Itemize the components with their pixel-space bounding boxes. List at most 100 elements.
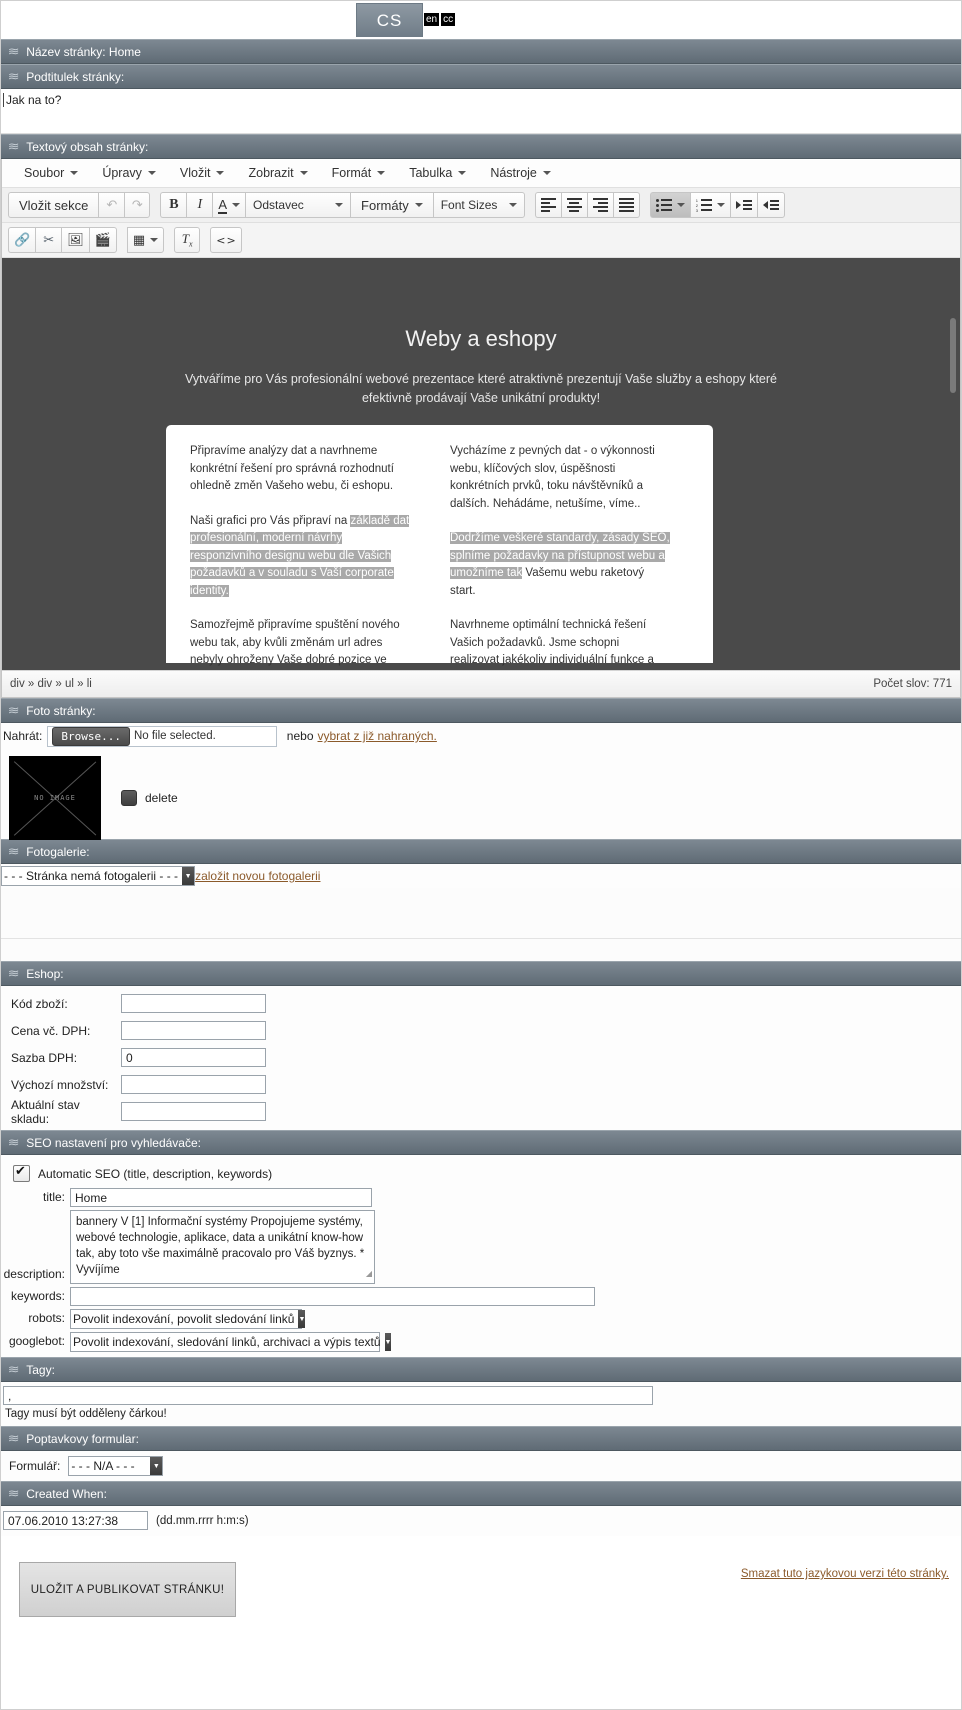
collapse-icon[interactable]: ≋ — [8, 1137, 20, 1148]
robots-select[interactable]: Povolit indexování, povolit sledování li… — [70, 1309, 306, 1329]
delete-language-version-link[interactable]: Smazat tuto jazykovou verzi této stránky… — [741, 1568, 949, 1580]
seo-googlebot-row: googlebot: Povolit indexování, sledování… — [3, 1332, 961, 1352]
outdent-button[interactable] — [729, 192, 757, 218]
align-justify-button[interactable] — [612, 192, 640, 218]
keywords-label: keywords: — [10, 1289, 65, 1303]
created-date-input[interactable]: 07.06.2010 13:27:38 — [3, 1511, 148, 1530]
section-header-page-subtitle[interactable]: ≋ Podtitulek stránky: — [1, 64, 961, 89]
paragraph: Dodržíme veškeré standardy, zásady SEO, … — [450, 530, 670, 600]
default-quantity-input[interactable] — [121, 1075, 266, 1094]
menu-zobrazit[interactable]: Zobrazit — [236, 163, 319, 183]
seo-keywords-input[interactable] — [70, 1287, 595, 1306]
language-tab-en[interactable]: en — [424, 13, 440, 26]
choose-uploaded-link[interactable]: vybrat z již nahraných. — [318, 729, 437, 743]
align-right-button[interactable] — [586, 192, 613, 218]
section-header-created[interactable]: ≋ Created When: — [1, 1481, 961, 1506]
created-panel: 07.06.2010 13:27:38 (dd.mm.rrrr h:m:s) — [1, 1506, 961, 1536]
content-right-column: Vycházíme z pevných dat - o výkonnosti w… — [450, 443, 670, 666]
section-title-text: SEO nastavení pro vyhledávače: — [26, 1135, 201, 1150]
resize-handle-icon[interactable]: ◢ — [366, 1266, 372, 1282]
paragraph: Naši grafici pro Vás připraví na základě… — [190, 513, 410, 601]
seo-description-textarea[interactable]: bannery V [1] Informační systémy Propoju… — [70, 1210, 375, 1284]
redo-icon[interactable]: ↷ — [124, 192, 151, 218]
paragraph-style-value: Odstavec — [253, 198, 304, 212]
file-input[interactable]: Browse... No file selected. — [47, 725, 277, 747]
menu-tabulka[interactable]: Tabulka — [397, 163, 478, 183]
price-input[interactable] — [121, 1021, 266, 1040]
insert-section-button[interactable]: Vložit sekce — [8, 192, 99, 218]
product-code-input[interactable] — [121, 994, 266, 1013]
collapse-icon[interactable]: ≋ — [8, 141, 20, 152]
unlink-icon[interactable]: ✂ — [35, 227, 62, 253]
section-header-gallery[interactable]: ≋ Fotogalerie: — [1, 839, 961, 864]
section-header-page-text[interactable]: ≋ Textový obsah stránky: — [1, 134, 961, 159]
section-title-text: Poptavkovy formular: — [26, 1431, 139, 1446]
gallery-spacer — [1, 939, 961, 961]
align-center-button[interactable] — [560, 192, 587, 218]
seo-robots-row: robots: Povolit indexování, povolit sled… — [3, 1309, 961, 1329]
bold-button[interactable]: B — [160, 192, 187, 218]
save-publish-button[interactable]: ULOŽIT A PUBLIKOVAT STRÁNKU! — [19, 1562, 236, 1617]
collapse-icon[interactable]: ≋ — [8, 46, 20, 57]
collapse-icon[interactable]: ≋ — [8, 71, 20, 82]
link-icon[interactable]: 🔗 — [8, 227, 36, 253]
menu-upravy[interactable]: Úpravy — [90, 163, 168, 183]
section-header-photo[interactable]: ≋ Foto stránky: — [1, 698, 961, 723]
seo-title-input[interactable]: Home — [70, 1188, 372, 1207]
delete-checkbox[interactable] — [121, 790, 137, 806]
media-icon[interactable]: 🎬 — [88, 227, 117, 253]
paragraph: Navrhneme optimální technická řešení Vaš… — [450, 617, 670, 670]
collapse-icon[interactable]: ≋ — [8, 1433, 20, 1444]
remove-format-icon[interactable]: Tx — [174, 227, 201, 253]
collapse-icon[interactable]: ≋ — [8, 1364, 20, 1375]
italic-button[interactable]: I — [186, 192, 213, 218]
section-header-eshop[interactable]: ≋ Eshop: — [1, 961, 961, 986]
editor-scrollbar[interactable] — [950, 318, 956, 393]
menu-vlozit[interactable]: Vložit — [168, 163, 237, 183]
image-icon[interactable]: 🖼 — [61, 227, 89, 253]
collapse-icon[interactable]: ≋ — [8, 968, 20, 979]
gallery-select[interactable]: - - - Stránka nemá fotogalerii - - - ▼ — [1, 866, 196, 886]
language-mini-tabs: en cc — [424, 13, 456, 26]
table-icon[interactable]: ▦ — [126, 227, 165, 253]
language-tab-cs[interactable]: CS — [356, 3, 423, 37]
menu-soubor[interactable]: Soubor — [12, 163, 90, 183]
bullet-list-button[interactable] — [649, 192, 690, 218]
paragraph-text: Samozřejmě připravíme spuštění nového we… — [190, 619, 400, 666]
collapse-icon[interactable]: ≋ — [8, 705, 20, 716]
source-code-icon[interactable]: < > — [210, 227, 242, 253]
subtitle-input[interactable]: Jak na to? — [1, 89, 961, 134]
text-color-button[interactable]: A — [212, 192, 246, 218]
tags-input[interactable]: , — [3, 1386, 653, 1405]
indent-button[interactable] — [756, 192, 785, 218]
photo-thumbnail[interactable]: NO IMAGE — [9, 756, 101, 840]
paragraph-style-select[interactable]: Odstavec — [245, 192, 351, 218]
googlebot-select[interactable]: Povolit indexování, sledování linků, arc… — [70, 1332, 392, 1352]
align-left-button[interactable] — [534, 192, 561, 218]
collapse-icon[interactable]: ≋ — [8, 846, 20, 857]
section-header-tags[interactable]: ≋ Tagy: — [1, 1357, 961, 1382]
create-gallery-link[interactable]: založit novou fotogalerii — [195, 869, 320, 883]
editor-statusbar: div » div » ul » li Počet slov: 771 — [2, 670, 960, 697]
section-header-page-title[interactable]: ≋ Název stránky: Home — [1, 39, 961, 64]
formats-button[interactable]: Formáty — [350, 192, 433, 218]
language-tab-cc[interactable]: cc — [441, 13, 456, 26]
menu-nastroje[interactable]: Nástroje — [478, 163, 563, 183]
collapse-icon[interactable]: ≋ — [8, 1488, 20, 1499]
section-header-seo[interactable]: ≋ SEO nastavení pro vyhledávače: — [1, 1130, 961, 1155]
subtitle-value: Jak na to? — [3, 93, 61, 107]
undo-icon[interactable]: ↶ — [98, 192, 125, 218]
browse-button[interactable]: Browse... — [52, 726, 130, 746]
numbered-list-button[interactable]: 123 — [689, 192, 730, 218]
automatic-seo-checkbox[interactable] — [13, 1163, 30, 1182]
element-path[interactable]: div » div » ul » li — [10, 678, 92, 690]
font-size-select[interactable]: Font Sizes — [432, 192, 525, 218]
language-bar: CS en cc — [1, 1, 961, 39]
form-panel: Formulář: - - - N/A - - - ▼ — [1, 1451, 961, 1481]
form-select[interactable]: - - - N/A - - - ▼ — [68, 1456, 164, 1476]
editor-content-area[interactable]: Weby a eshopy Vytváříme pro Vás profesio… — [2, 258, 960, 670]
section-header-form[interactable]: ≋ Poptavkovy formular: — [1, 1426, 961, 1451]
stock-input[interactable] — [121, 1102, 266, 1121]
vat-rate-input[interactable]: 0 — [121, 1048, 266, 1067]
menu-format[interactable]: Formát — [320, 163, 398, 183]
